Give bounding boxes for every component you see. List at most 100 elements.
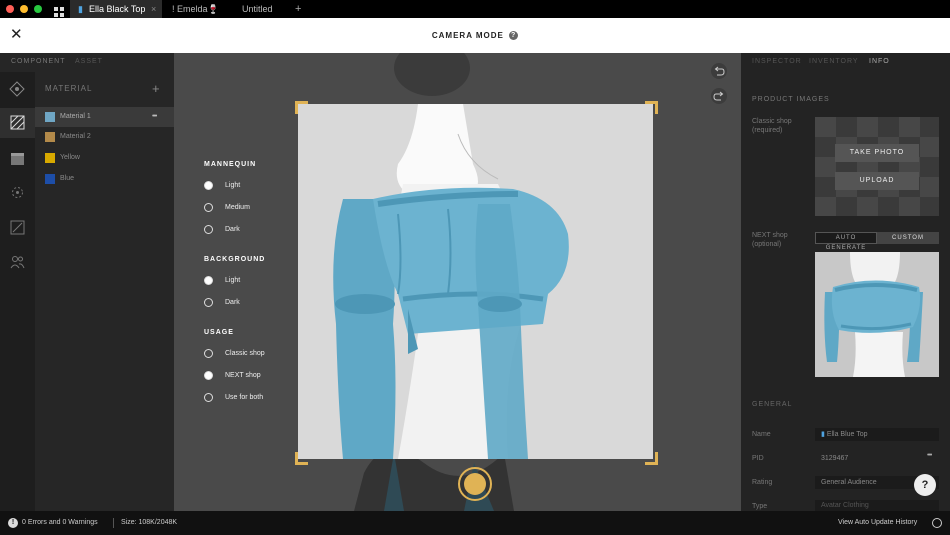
usage-both-radio[interactable] [204,393,213,402]
next-optional-label: (optional) [752,241,782,248]
mannequin-dark-radio[interactable] [204,225,213,234]
material-row[interactable]: Yellow [35,148,174,168]
usage-both-label: Use for both [225,394,264,401]
grid-icon[interactable] [54,4,64,17]
size-status: Size: 108K/2048K [121,519,178,526]
more-options-icon[interactable]: ••• [927,452,932,459]
auto-generate-toggle[interactable]: AUTO GENERATE [815,232,877,251]
material-swatch [45,132,55,142]
errors-status[interactable]: 0 Errors and 0 Warnings [22,511,98,535]
camera-mode-header: ✕ CAMERA MODE ? [0,18,950,53]
frame-corner-handle[interactable] [645,101,658,114]
tool-column [0,72,35,511]
material-label: Blue [60,175,75,182]
mannequin-medium-radio[interactable] [204,203,213,212]
material-section-title: MATERIAL [45,84,93,93]
photo-frame[interactable] [298,104,653,459]
tab-info[interactable]: INFO [869,58,890,65]
checkerboard [815,117,939,216]
next-shop-image [815,252,939,377]
background-dark-label: Dark [225,299,240,306]
mannequin-title: MANNEQUIN [204,161,257,168]
material-label: Material 2 [60,133,91,140]
material-row[interactable]: Material 1 ••• [35,107,174,127]
classic-shop-label: Classic shop [752,118,792,125]
garment-thumbnail [824,252,923,377]
history-icon[interactable] [932,518,942,528]
product-images-title: PRODUCT IMAGES [752,96,830,103]
material-label: Material 1 [60,113,91,120]
next-shop-label: NEXT shop [752,232,788,239]
item-icon: ▮ [821,431,825,438]
name-value: Ella Blue Top [826,431,868,438]
divider [113,518,114,528]
tab-inventory[interactable]: INVENTORY [809,58,859,65]
background-title: BACKGROUND [204,256,266,263]
usage-title: USAGE [204,329,234,336]
usage-next-radio[interactable] [204,371,213,380]
title-bar: ▮ Ella Black Top × ! Emelda🍷 Untitled + [0,0,950,18]
upload-button[interactable]: UPLOAD [835,172,919,190]
maximize-window-icon[interactable] [34,5,42,13]
add-material-button[interactable]: + [152,81,160,96]
background-light-radio[interactable] [204,276,213,285]
frame-corner-handle[interactable] [295,452,308,465]
page-title: CAMERA MODE ? [0,18,950,53]
take-photo-button[interactable]: TAKE PHOTO [835,144,919,162]
tab-asset[interactable]: ASSET [75,58,103,65]
type-select[interactable]: Avatar Clothing [815,500,939,511]
status-bar: ! 0 Errors and 0 Warnings Size: 108K/204… [0,511,950,535]
material-swatch [45,174,55,184]
frame-corner-handle[interactable] [295,101,308,114]
material-tool-button[interactable] [0,108,35,138]
usage-classic-radio[interactable] [204,349,213,358]
auto-update-history-link[interactable]: View Auto Update History [838,511,917,535]
transform-icon[interactable] [9,81,25,102]
clapper-icon[interactable] [10,152,25,171]
close-window-icon[interactable] [6,5,14,13]
camera-mode-title: CAMERA MODE [431,31,504,40]
frame-corner-handle[interactable] [645,452,658,465]
garment-preview [333,104,569,459]
mannequin-light-label: Light [225,182,241,189]
edit-region-icon[interactable] [10,220,25,240]
custom-toggle[interactable]: CUSTOM [877,232,939,244]
type-label: Type [752,503,768,510]
tab-label: Ella Black Top [89,4,146,14]
pid-value: 3129467 [821,455,849,462]
undo-button[interactable] [711,63,727,79]
tab-ella-black-top[interactable]: ▮ Ella Black Top × [70,0,162,18]
tab-label: ! Emelda🍷 [172,4,219,14]
material-swatch [45,153,55,163]
minimize-window-icon[interactable] [20,5,28,13]
background-light-label: Light [225,277,241,284]
users-icon[interactable] [10,255,25,274]
shutter-button[interactable] [458,467,492,501]
redo-icon [713,91,724,101]
more-options-icon[interactable]: ••• [152,107,157,127]
material-row[interactable]: Blue [35,169,174,189]
material-row[interactable]: Material 2 [35,127,174,147]
name-label: Name [752,431,771,438]
help-button[interactable]: ? [914,474,936,496]
redo-button[interactable] [711,88,727,104]
material-swatch [45,112,55,122]
name-field[interactable]: ▮ Ella Blue Top [815,428,939,441]
usage-next-label: NEXT shop [225,372,261,379]
mannequin-light-radio[interactable] [204,181,213,190]
undo-icon [714,66,725,76]
tab-inspector[interactable]: INSPECTOR [752,58,802,65]
tab-untitled[interactable]: Untitled [242,0,286,18]
general-title: GENERAL [752,401,793,408]
tab-component[interactable]: COMPONENT [11,58,66,65]
usage-classic-label: Classic shop [225,350,265,357]
sparkle-icon[interactable] [10,185,25,205]
tab-emelda[interactable]: ! Emelda🍷 [172,0,232,18]
shutter-icon [464,473,486,495]
add-tab-button[interactable]: + [295,0,301,18]
help-icon[interactable]: ? [509,31,519,41]
tab-close-icon[interactable]: × [151,0,156,18]
classic-shop-image-slot [815,117,939,216]
background-dark-radio[interactable] [204,298,213,307]
texture-icon [10,115,25,130]
